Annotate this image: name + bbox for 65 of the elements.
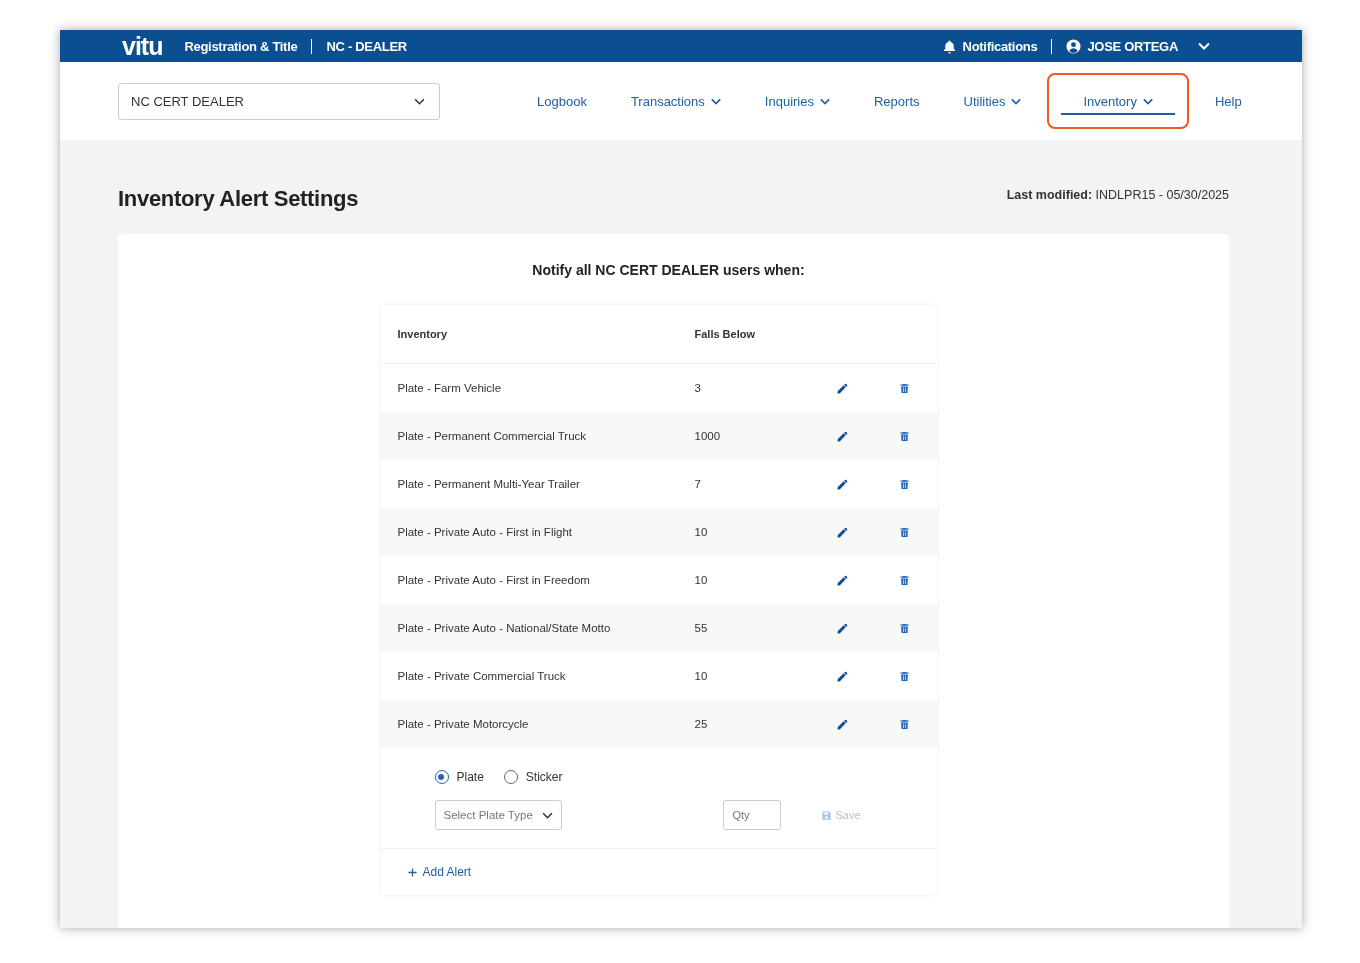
trash-icon[interactable]: [899, 670, 910, 682]
chevron-down-icon: [710, 97, 721, 105]
table-cell-text: 1000: [694, 430, 722, 442]
nav-link[interactable]: Inquiries: [746, 73, 848, 129]
table-cell-text: Plate - Permanent Commercial Truck: [396, 430, 588, 442]
edit-icon[interactable]: [836, 717, 849, 731]
trash-icon[interactable]: [899, 574, 910, 586]
plate-type-select[interactable]: Select Plate Type: [434, 800, 562, 830]
edit-icon[interactable]: [836, 381, 849, 395]
edit-icon[interactable]: [836, 477, 849, 491]
nav-link[interactable]: Logbook: [519, 73, 605, 129]
trash-icon[interactable]: [899, 430, 910, 442]
user-menu[interactable]: JOSE ORTEGA: [1087, 38, 1178, 54]
nav-link[interactable]: Transactions: [612, 73, 739, 129]
notifications-link[interactable]: Notifications: [962, 38, 1038, 54]
chevron-down-icon: [1142, 97, 1153, 105]
edit-icon[interactable]: [836, 525, 849, 539]
table-cell-text: 7: [694, 478, 702, 490]
bell-icon: [941, 38, 957, 54]
table-cell-text: Plate - Permanent Multi-Year Trailer: [396, 478, 581, 490]
user-icon: [1066, 38, 1082, 54]
table-cell-text: 10: [694, 526, 709, 538]
table-cell-text: Plate - Private Auto - First in Flight: [396, 526, 573, 538]
trash-icon[interactable]: [899, 718, 910, 730]
table-cell-text: 55: [694, 622, 709, 634]
trash-icon[interactable]: [899, 526, 910, 538]
radio-option[interactable]: Sticker: [503, 770, 563, 784]
logo[interactable]: vitu: [122, 33, 163, 59]
table-cell-text: Plate - Farm Vehicle: [396, 382, 503, 394]
dealer-select[interactable]: NC CERT DEALER: [118, 82, 440, 120]
plus-icon: [407, 867, 417, 877]
chevron-down-icon: [414, 97, 425, 105]
app-name: Registration & Title: [184, 38, 298, 54]
chevron-down-icon: [541, 811, 553, 819]
radio-option[interactable]: Plate: [434, 770, 484, 784]
column-header: Inventory: [396, 328, 448, 340]
table-cell-text: Plate - Private Auto - National/State Motto: [396, 622, 612, 634]
context-label: NC - DEALER: [326, 38, 407, 54]
chevron-down-icon: [1011, 97, 1022, 105]
table-cell-text: Plate - Private Commercial Truck: [396, 670, 567, 682]
nav-link[interactable]: Help: [1196, 73, 1260, 129]
nav-link[interactable]: Inventory: [1047, 73, 1189, 129]
edit-icon[interactable]: [836, 621, 849, 635]
table-cell-text: Plate - Private Motorcycle: [396, 718, 530, 730]
nav-link[interactable]: Reports: [855, 73, 938, 129]
table-cell-text: 10: [694, 574, 709, 586]
edit-icon[interactable]: [836, 669, 849, 683]
nav-link[interactable]: Utilities: [945, 73, 1040, 129]
chevron-down-icon: [819, 97, 830, 105]
trash-icon[interactable]: [899, 478, 910, 490]
edit-icon[interactable]: [836, 573, 849, 587]
column-header: Falls Below: [694, 328, 757, 340]
add-alert-link[interactable]: Add Alert: [407, 865, 472, 879]
last-modified: Last modified: INDLPR15 - 05/30/2025: [1006, 188, 1229, 202]
trash-icon[interactable]: [899, 622, 910, 634]
card-heading: Notify all NC CERT DEALER users when:: [532, 262, 805, 278]
page-title: Inventory Alert Settings: [118, 186, 359, 212]
table-cell-text: 25: [694, 718, 709, 730]
trash-icon[interactable]: [899, 382, 910, 394]
edit-icon[interactable]: [836, 429, 849, 443]
table-cell-text: Plate - Private Auto - First in Freedom: [396, 574, 591, 586]
table-cell-text: 3: [694, 382, 702, 394]
qty-field[interactable]: Qty: [722, 800, 781, 830]
chevron-down-icon[interactable]: [1198, 42, 1210, 50]
table-cell-text: 10: [694, 670, 709, 682]
